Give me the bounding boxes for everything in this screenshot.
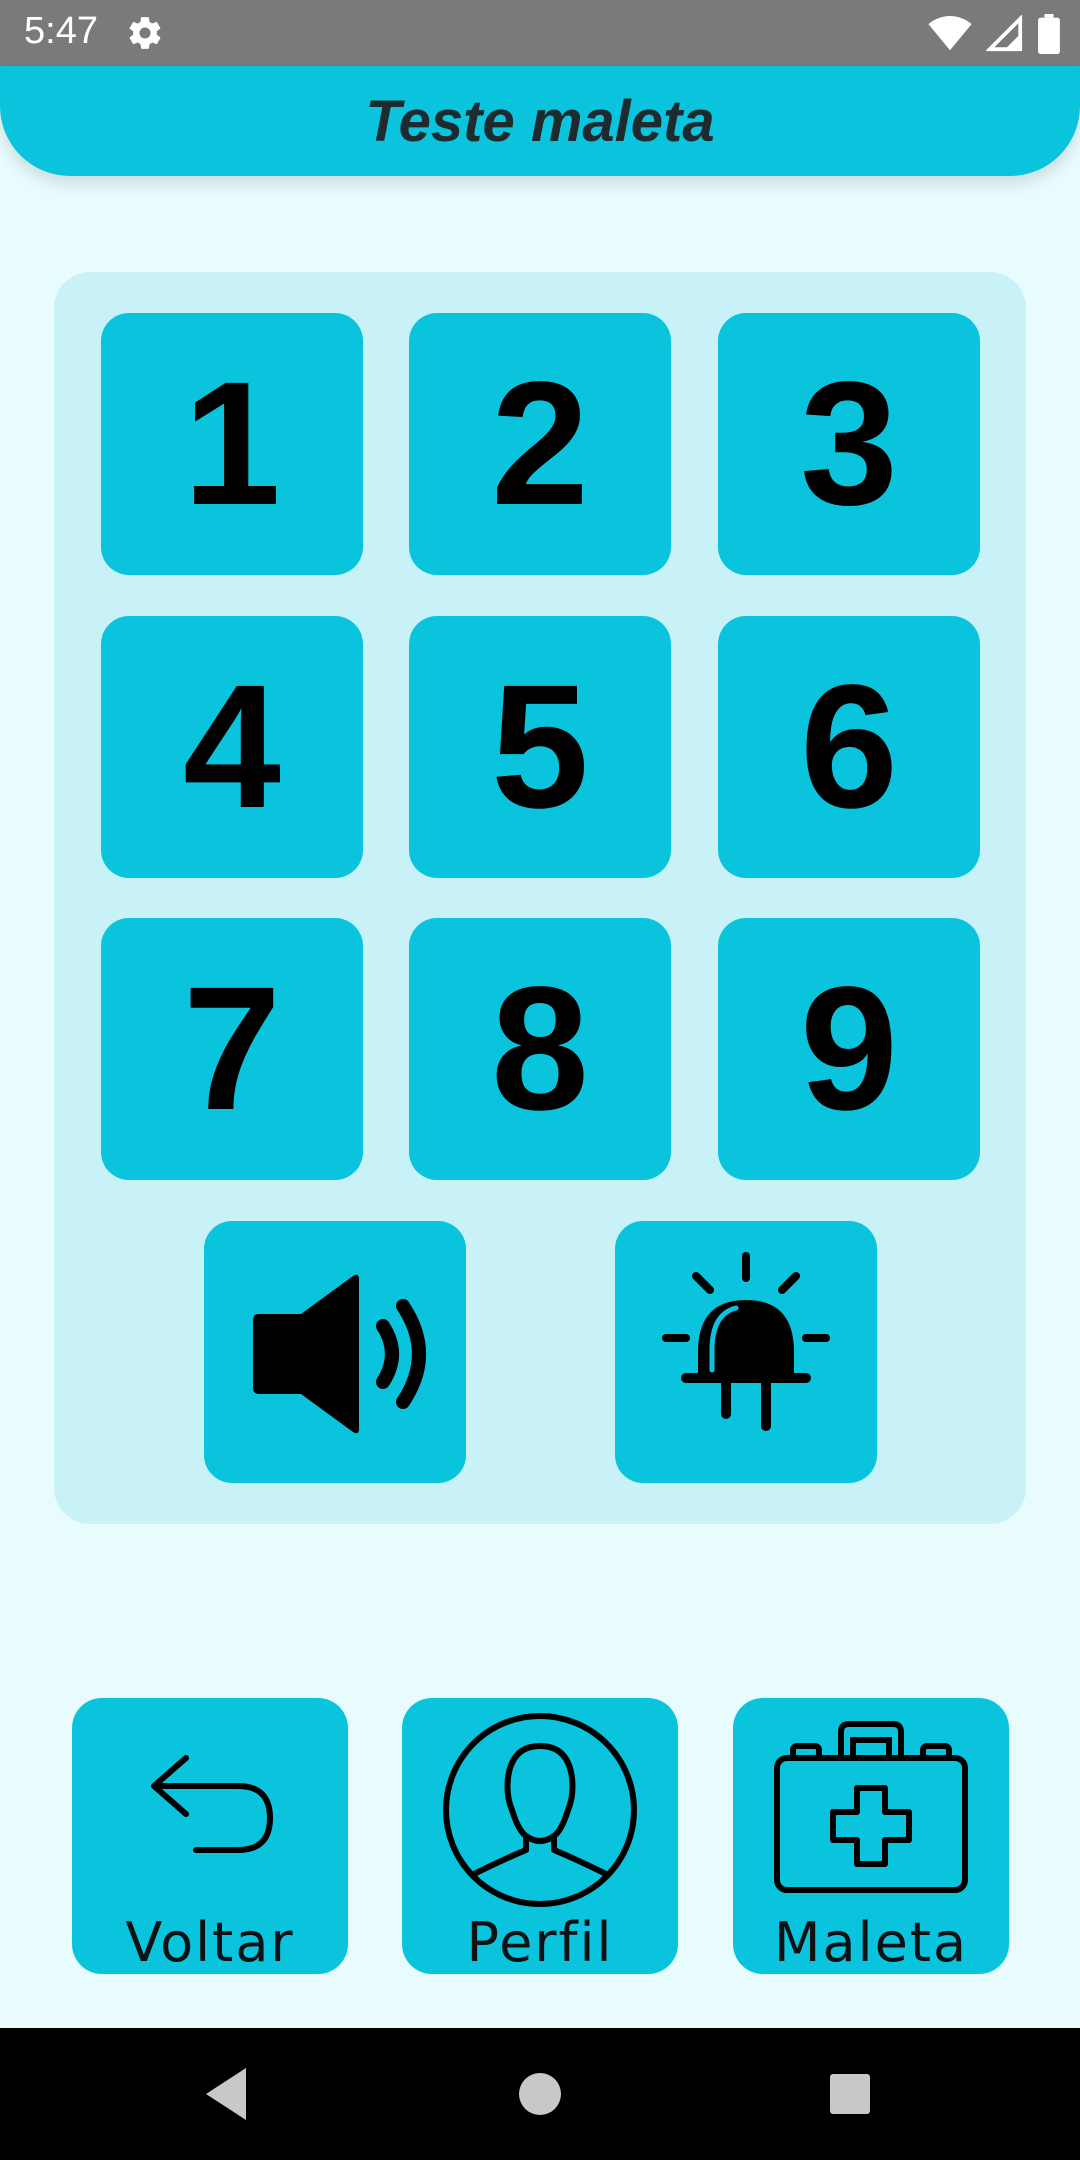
key-label: 2 bbox=[491, 346, 589, 542]
siren-button[interactable] bbox=[615, 1221, 877, 1483]
kit-label: Maleta bbox=[773, 1911, 969, 1974]
key-6[interactable]: 6 bbox=[718, 616, 980, 878]
key-label: 7 bbox=[183, 951, 281, 1147]
first-aid-kit-icon bbox=[733, 1706, 1009, 1906]
key-label: 4 bbox=[183, 649, 281, 845]
wifi-icon bbox=[928, 16, 972, 51]
siren-icon bbox=[662, 1252, 830, 1431]
system-recents-icon[interactable] bbox=[828, 2066, 872, 2122]
key-label: 1 bbox=[183, 346, 281, 542]
system-back-icon[interactable] bbox=[204, 2066, 248, 2122]
status-icons bbox=[928, 14, 1060, 54]
system-home-icon[interactable] bbox=[518, 2066, 562, 2122]
key-1[interactable]: 1 bbox=[101, 313, 363, 575]
profile-button[interactable]: Perfil bbox=[402, 1698, 678, 1974]
back-label: Voltar bbox=[125, 1911, 295, 1974]
key-label: 6 bbox=[800, 649, 898, 845]
page-title: Teste maleta bbox=[365, 88, 715, 154]
back-button[interactable]: Voltar bbox=[72, 1698, 348, 1974]
speaker-icon bbox=[253, 1274, 426, 1434]
back-arrow-icon bbox=[72, 1706, 348, 1906]
settings-icon bbox=[129, 17, 161, 49]
battery-icon bbox=[1038, 14, 1060, 54]
key-7[interactable]: 7 bbox=[101, 918, 363, 1180]
cell-signal-icon bbox=[986, 15, 1023, 52]
key-2[interactable]: 2 bbox=[409, 313, 671, 575]
key-5[interactable]: 5 bbox=[409, 616, 671, 878]
key-8[interactable]: 8 bbox=[409, 918, 671, 1180]
key-4[interactable]: 4 bbox=[101, 616, 363, 878]
app-header: Teste maleta bbox=[0, 66, 1080, 176]
key-label: 9 bbox=[800, 951, 898, 1147]
key-label: 5 bbox=[491, 649, 589, 845]
key-label: 8 bbox=[491, 951, 589, 1147]
key-3[interactable]: 3 bbox=[718, 313, 980, 575]
status-time: 5:47 bbox=[24, 10, 98, 52]
status-bar: 5:47 bbox=[0, 0, 1080, 66]
user-avatar-icon bbox=[402, 1710, 678, 1910]
system-nav-bar bbox=[0, 2028, 1080, 2160]
profile-label: Perfil bbox=[466, 1911, 614, 1974]
first-aid-kit-button[interactable]: Maleta bbox=[733, 1698, 1009, 1974]
keypad-panel: 1 2 3 4 5 6 7 8 9 bbox=[54, 272, 1026, 1524]
speaker-button[interactable] bbox=[204, 1221, 466, 1483]
key-label: 3 bbox=[800, 346, 898, 542]
key-9[interactable]: 9 bbox=[718, 918, 980, 1180]
screen: 5:47 Teste maleta 1 2 3 4 5 6 7 8 9 Volt… bbox=[0, 0, 1080, 2160]
